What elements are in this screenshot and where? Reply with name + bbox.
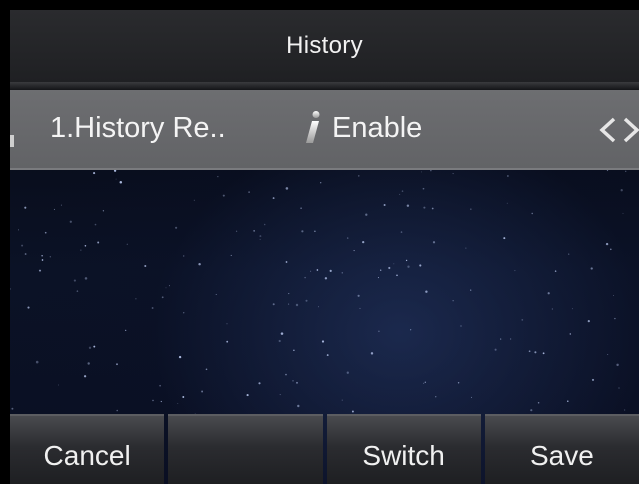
info-icon[interactable] [304,110,322,146]
title-bar: History [10,10,639,82]
switch-softkey[interactable]: Switch [326,414,481,484]
selection-marker [10,135,14,147]
title-separator [10,82,639,90]
setting-row-history-record[interactable]: 1.History Re.. Enable [10,90,639,170]
left-right-arrows-icon[interactable] [598,117,639,143]
setting-value: Enable [332,112,423,144]
cancel-softkey[interactable]: Cancel [10,414,165,484]
softkey-label: Save [529,440,594,471]
setting-label: 1.History Re.. [50,112,226,144]
empty-softkey[interactable] [168,414,323,484]
phone-screen: History 1.History Re.. Enable Cancel Swi… [10,10,639,484]
page-title: History [286,32,363,59]
softkey-label: Cancel [43,440,131,471]
save-softkey[interactable]: Save [484,414,639,484]
softkey-bar: Cancel Switch Save [10,414,639,484]
softkey-label: Switch [362,440,445,471]
